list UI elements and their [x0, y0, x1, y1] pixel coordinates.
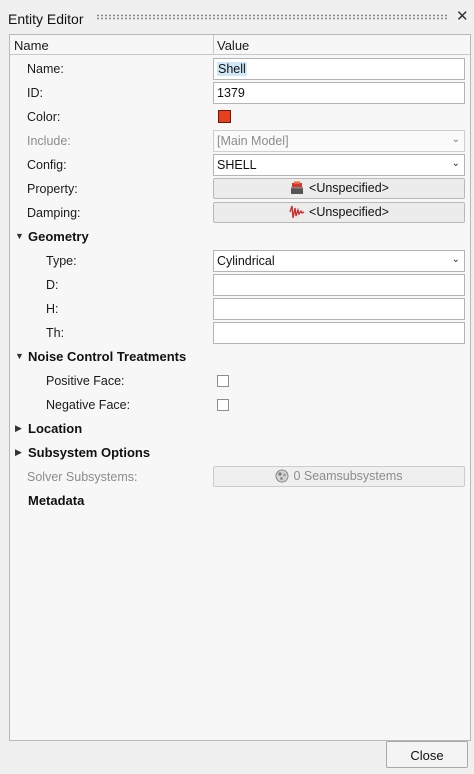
window-title: Entity Editor: [8, 11, 84, 27]
id-label: ID:: [27, 86, 43, 100]
damping-label: Damping:: [27, 206, 81, 220]
damping-icon: [289, 205, 305, 222]
geometry-type-value: Cylindrical: [217, 254, 275, 268]
config-select[interactable]: SHELL ⌄: [213, 154, 465, 176]
geometry-d-label: D:: [46, 278, 59, 292]
name-field[interactable]: Shell: [213, 58, 465, 80]
row-include: Include: [Main Model] ⌄: [10, 129, 470, 153]
subsystem-icon: [275, 469, 289, 486]
section-location[interactable]: ▶ Location: [10, 417, 470, 441]
geometry-type-label: Type:: [46, 254, 77, 268]
grid-header: Name Value: [10, 35, 470, 55]
positive-face-label: Positive Face:: [46, 374, 125, 388]
row-negative-face: Negative Face:: [10, 393, 470, 417]
row-damping: Damping: <Unspecified>: [10, 201, 470, 225]
row-color: Color:: [10, 105, 470, 129]
row-geometry-th: Th:: [10, 321, 470, 345]
config-value: SHELL: [217, 158, 257, 172]
damping-selector-button[interactable]: <Unspecified>: [213, 202, 465, 223]
row-solver-subsystems: Solver Subsystems: 0 Seamsubsystems: [10, 465, 470, 489]
geometry-th-label: Th:: [46, 326, 65, 340]
collapse-arrow-icon[interactable]: ▼: [15, 351, 24, 361]
positive-face-checkbox[interactable]: [217, 375, 229, 387]
expand-arrow-icon[interactable]: ▶: [15, 423, 22, 434]
metadata-section-label[interactable]: Metadata: [28, 493, 84, 508]
column-header-value[interactable]: Value: [217, 38, 249, 53]
row-geometry-type: Type: Cylindrical ⌄: [10, 249, 470, 273]
close-icon[interactable]: ✕: [456, 9, 469, 25]
title-bar[interactable]: Entity Editor ✕: [0, 0, 474, 34]
row-positive-face: Positive Face:: [10, 369, 470, 393]
geometry-h-field[interactable]: [213, 298, 465, 320]
row-geometry-d: D:: [10, 273, 470, 297]
row-property: Property: <Unspecified>: [10, 177, 470, 201]
drag-grip-handle[interactable]: [96, 14, 448, 20]
location-section-label[interactable]: Location: [28, 421, 82, 436]
id-field[interactable]: 1379: [213, 82, 465, 104]
column-separator[interactable]: [213, 35, 214, 55]
name-value: Shell: [217, 62, 247, 76]
geometry-section-label[interactable]: Geometry: [28, 229, 89, 244]
include-label: Include:: [27, 134, 71, 148]
solver-subsystems-button: 0 Seamsubsystems: [213, 466, 465, 487]
column-header-name[interactable]: Name: [14, 38, 49, 53]
section-subsystem-options[interactable]: ▶ Subsystem Options: [10, 441, 470, 465]
property-icon: [289, 181, 305, 198]
property-selector-button[interactable]: <Unspecified>: [213, 178, 465, 199]
geometry-h-label: H:: [46, 302, 59, 316]
row-name: Name: Shell: [10, 57, 470, 81]
config-label: Config:: [27, 158, 67, 172]
include-value: [Main Model]: [217, 134, 289, 148]
row-id: ID: 1379: [10, 81, 470, 105]
color-label: Color:: [27, 110, 61, 124]
footer-bar: Close: [0, 741, 474, 774]
geometry-type-select[interactable]: Cylindrical ⌄: [213, 250, 465, 272]
noise-section-label[interactable]: Noise Control Treatments: [28, 349, 186, 364]
row-config: Config: SHELL ⌄: [10, 153, 470, 177]
property-grid: Name Value Name: Shell ID: 1379 Color: I…: [9, 34, 471, 741]
section-metadata[interactable]: Metadata: [10, 489, 470, 513]
geometry-d-field[interactable]: [213, 274, 465, 296]
chevron-down-icon[interactable]: ⌄: [452, 158, 460, 169]
color-swatch[interactable]: [218, 110, 231, 123]
expand-arrow-icon[interactable]: ▶: [15, 447, 22, 458]
subsystem-section-label[interactable]: Subsystem Options: [28, 445, 150, 460]
negative-face-checkbox[interactable]: [217, 399, 229, 411]
geometry-th-field[interactable]: [213, 322, 465, 344]
damping-value: <Unspecified>: [309, 205, 389, 219]
name-label: Name:: [27, 62, 64, 76]
include-select: [Main Model] ⌄: [213, 130, 465, 152]
row-geometry-h: H:: [10, 297, 470, 321]
negative-face-label: Negative Face:: [46, 398, 131, 412]
chevron-down-icon: ⌄: [451, 134, 460, 145]
chevron-down-icon[interactable]: ⌄: [452, 254, 460, 265]
property-value: <Unspecified>: [309, 181, 389, 195]
property-label: Property:: [27, 182, 78, 196]
solver-subsystems-label: Solver Subsystems:: [27, 470, 138, 484]
close-button[interactable]: Close: [386, 741, 468, 768]
solver-subsystems-value: 0 Seamsubsystems: [293, 469, 403, 483]
section-noise-control[interactable]: ▼ Noise Control Treatments: [10, 345, 470, 369]
section-geometry[interactable]: ▼ Geometry: [10, 225, 470, 249]
collapse-arrow-icon[interactable]: ▼: [15, 231, 24, 241]
